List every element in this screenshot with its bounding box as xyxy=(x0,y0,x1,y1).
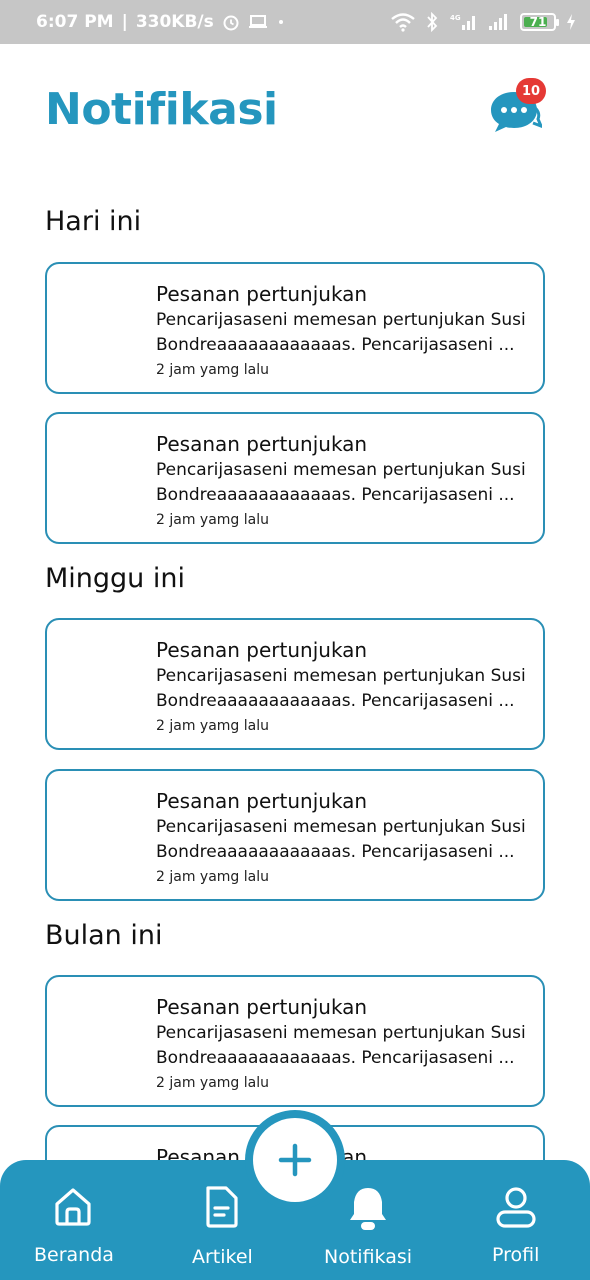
laptop-icon xyxy=(248,14,268,30)
chat-unread-badge: 10 xyxy=(516,78,546,104)
nav-item-beranda[interactable]: Beranda xyxy=(30,1160,116,1280)
notification-card[interactable]: Pesanan pertunjukan Pencarijasaseni meme… xyxy=(45,975,545,1107)
status-time: 6:07 PM xyxy=(36,12,114,32)
battery-level: 71 xyxy=(529,15,547,29)
notification-body: Pencarijasaseni memesan pertunjukan Susi… xyxy=(156,460,526,505)
notification-time: 2 jam yamg lalu xyxy=(156,869,269,885)
nav-label-beranda: Beranda xyxy=(34,1244,114,1266)
notification-thumbnail xyxy=(61,278,143,378)
add-button[interactable] xyxy=(253,1118,337,1202)
notification-card[interactable]: Pesanan pertunjukan Pencarijasaseni meme… xyxy=(45,769,545,901)
section-title-bulan-ini: Bulan ini xyxy=(45,920,163,951)
status-bar: 6:07 PM | 330KB/s 4G 71 xyxy=(0,0,590,44)
bluetooth-icon xyxy=(426,12,438,32)
dot-icon xyxy=(276,17,286,27)
wifi-icon xyxy=(390,12,416,32)
notification-body: Pencarijasaseni memesan pertunjukan Susi… xyxy=(156,310,526,355)
article-icon xyxy=(206,1186,238,1228)
home-icon xyxy=(55,1188,91,1226)
notification-time: 2 jam yamg lalu xyxy=(156,362,269,378)
notification-time: 2 jam yamg lalu xyxy=(156,718,269,734)
battery-icon: 71 xyxy=(520,13,559,31)
notification-time: 2 jam yamg lalu xyxy=(156,1075,269,1091)
notification-title: Pesanan pertunjukan xyxy=(156,638,368,662)
nav-label-artikel: Artikel xyxy=(192,1246,253,1268)
network-label: 4G xyxy=(450,14,461,22)
notification-body: Pencarijasaseni memesan pertunjukan Susi… xyxy=(156,1023,526,1068)
notification-time: 2 jam yamg lalu xyxy=(156,512,269,528)
section-title-hari-ini: Hari ini xyxy=(45,206,142,237)
notification-body: Pencarijasaseni memesan pertunjukan Susi… xyxy=(156,817,526,862)
nav-label-profil: Profil xyxy=(492,1244,540,1266)
nav-item-artikel[interactable]: Artikel xyxy=(186,1160,258,1280)
app-header: Notifikasi xyxy=(0,44,590,174)
notification-thumbnail xyxy=(61,785,143,885)
charging-icon xyxy=(566,13,576,31)
notification-title: Pesanan pertunjukan xyxy=(156,995,368,1019)
notification-title: Pesanan pertunjukan xyxy=(156,282,368,306)
plus-icon xyxy=(278,1143,312,1177)
page-title: Notifikasi xyxy=(45,84,278,135)
nav-item-profil[interactable]: Profil xyxy=(486,1160,546,1280)
nav-label-notifikasi: Notifikasi xyxy=(324,1246,413,1268)
section-title-minggu-ini: Minggu ini xyxy=(45,563,185,594)
bell-icon xyxy=(350,1188,386,1230)
status-separator: | xyxy=(121,12,128,32)
alarm-icon xyxy=(222,13,240,31)
signal-4g-icon: 4G xyxy=(448,12,478,32)
notification-card[interactable]: Pesanan pertunjukan Pencarijasaseni meme… xyxy=(45,618,545,750)
notification-thumbnail xyxy=(61,991,143,1091)
signal-icon xyxy=(488,12,510,32)
user-icon xyxy=(496,1187,536,1228)
notification-thumbnail xyxy=(61,634,143,734)
notification-thumbnail xyxy=(61,428,143,528)
status-speed: 330KB/s xyxy=(135,12,214,32)
notification-title: Pesanan pertunjukan xyxy=(156,432,368,456)
notification-body: Pencarijasaseni memesan pertunjukan Susi… xyxy=(156,666,526,711)
notification-card[interactable]: Pesanan pertunjukan Pencarijasaseni meme… xyxy=(45,262,545,394)
notification-card[interactable]: Pesanan pertunjukan Pencarijasaseni meme… xyxy=(45,412,545,544)
notification-title: Pesanan pertunjukan xyxy=(156,789,368,813)
